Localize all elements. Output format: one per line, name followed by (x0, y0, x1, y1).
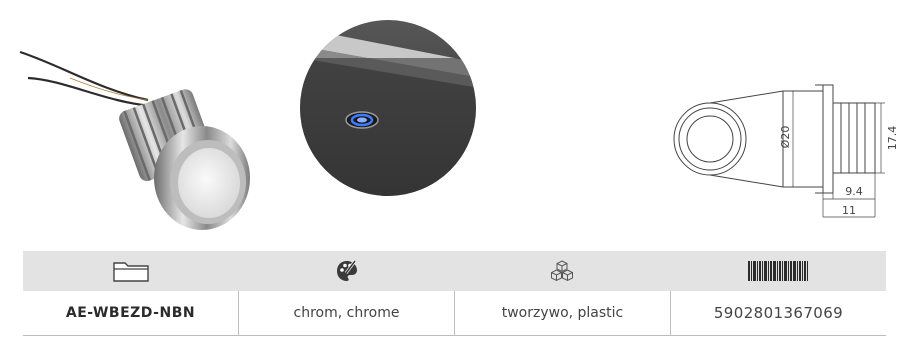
dim-diameter-label: Ø20 (779, 126, 792, 149)
material-cubes-icon (551, 260, 574, 282)
spec-icon-row (23, 251, 886, 291)
installed-switch-photo (300, 20, 476, 196)
dim-length-label: 11 (842, 204, 856, 217)
product-photo-switch (19, 50, 250, 230)
product-ean: 5902801367069 (670, 291, 886, 335)
dim-depth-label: 9.4 (845, 185, 863, 198)
spec-table: AE-WBEZD-NBN chrom, chrome tworzywo, pla… (23, 251, 886, 336)
spec-icon-cell-color (239, 251, 455, 291)
barcode-icon (748, 261, 809, 281)
product-code: AE-WBEZD-NBN (65, 305, 196, 321)
product-material: tworzywo, plastic (454, 291, 670, 335)
palette-icon (336, 260, 357, 281)
dim-height-label: 17.4 (886, 126, 899, 151)
folder-icon (113, 262, 149, 282)
spec-icon-cell-ean (670, 251, 886, 291)
spec-value-row: AE-WBEZD-NBN chrom, chrome tworzywo, pla… (23, 291, 886, 336)
product-color: chrom, chrome (238, 291, 454, 335)
spec-icon-cell-code (23, 251, 239, 291)
technical-drawing: Ø20 17.4 9.4 11 (673, 84, 899, 218)
spec-icon-cell-material (455, 251, 671, 291)
